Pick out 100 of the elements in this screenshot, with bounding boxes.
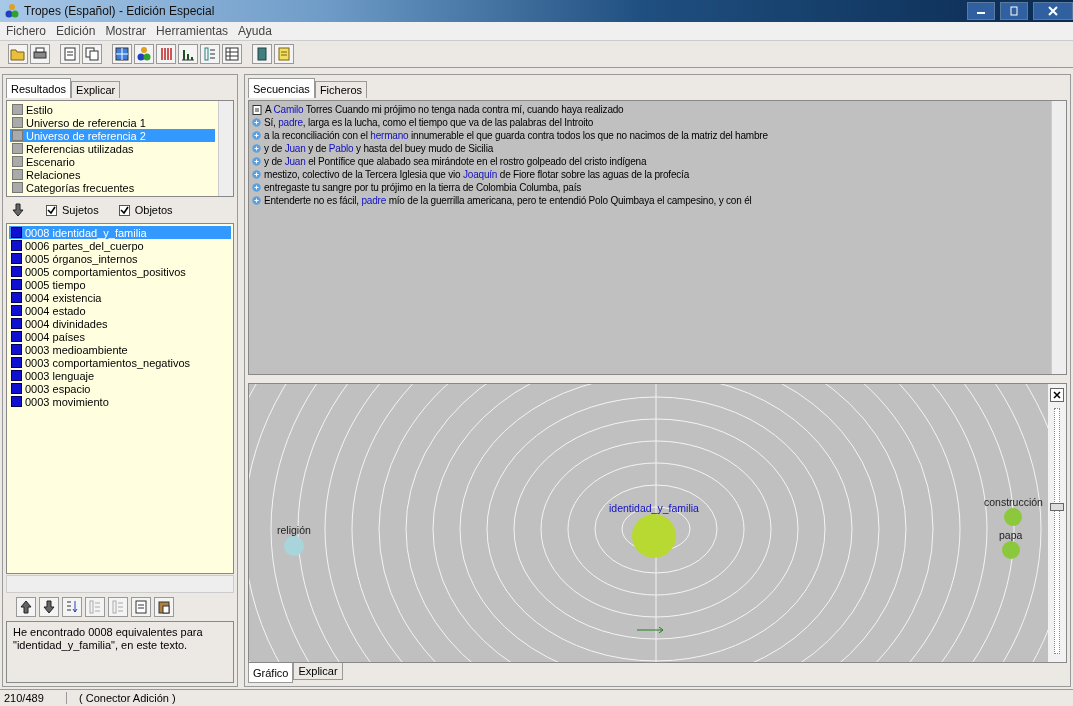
list-item[interactable]: Categorías frecuentes — [10, 181, 215, 194]
restore-button[interactable] — [1000, 2, 1028, 20]
status-text: ( Conector Adición ) — [78, 692, 176, 704]
plus-icon — [252, 131, 261, 140]
list-item[interactable]: 0004 divinidades — [9, 317, 231, 330]
sentence-text: y de Juan y de Pablo y hasta del buey mudo de Sicilia — [264, 143, 494, 154]
list-item[interactable]: 0005 tiempo — [9, 278, 231, 291]
checkbox-label: Sujetos — [62, 204, 99, 216]
sentence-text: y de Juan el Pontífice que alabado sea mirándote en el rostro golpeado del cristo indígena — [264, 156, 647, 167]
list-item[interactable]: 0003 comportamientos_negativos — [9, 356, 231, 369]
people-icon — [136, 46, 152, 62]
copy-icon — [84, 46, 100, 62]
node-circle[interactable] — [283, 535, 304, 556]
list-item[interactable]: 0003 medioambiente — [9, 343, 231, 356]
node-label[interactable]: identidad_y_familia — [609, 501, 699, 514]
list-item[interactable]: 0004 países — [9, 330, 231, 343]
document-icon — [252, 104, 262, 115]
up-arrow-icon — [18, 599, 34, 615]
open-folder-icon — [10, 46, 26, 62]
menu-item[interactable]: Fichero — [6, 24, 46, 38]
plus-icon — [252, 144, 261, 153]
clipboard-icon — [156, 599, 172, 615]
toolbar-button[interactable] — [30, 44, 50, 64]
menu-item[interactable]: Ayuda — [238, 24, 272, 38]
plus-icon — [252, 196, 261, 205]
menu-item[interactable]: Herramientas — [156, 24, 229, 38]
sentence-text: Sí, padre, larga es la lucha, como el tiempo que va de las palabras del Introito — [264, 117, 594, 128]
toolbar-button[interactable] — [39, 597, 59, 617]
node-label[interactable]: religión — [277, 523, 311, 536]
plus-icon — [252, 157, 261, 166]
list-icon — [110, 599, 126, 615]
document-icon — [62, 46, 78, 62]
list-item[interactable]: Relaciones — [10, 168, 215, 181]
toolbar-button[interactable] — [156, 44, 176, 64]
down-arrow-icon — [41, 599, 57, 615]
node-label[interactable]: construcción — [984, 495, 1043, 508]
window-title: Tropes (Español) - Edición Especial — [24, 4, 216, 18]
toolbar-button[interactable] — [112, 44, 132, 64]
tab[interactable]: Gráfico — [248, 663, 294, 683]
sentence-text: entregaste tu sangre por tu prójimo en la tierra de Colombia Columba, país — [264, 182, 582, 193]
node-circle[interactable] — [631, 513, 676, 558]
toolbar-button[interactable] — [252, 44, 272, 64]
list-item[interactable]: 0004 existencia — [9, 291, 231, 304]
toolbar-button[interactable] — [82, 44, 102, 64]
toolbar-button[interactable] — [222, 44, 242, 64]
tab[interactable]: Resultados — [6, 78, 72, 98]
sentence-text: A Camilo Torres Cuando mi prójimo no tenga nada contra mí, cuando haya realizado — [265, 104, 624, 115]
tab[interactable]: Explicar — [71, 81, 121, 98]
node-circle[interactable] — [1001, 540, 1020, 559]
close-button[interactable] — [1050, 387, 1064, 402]
message-text: He encontrado 0008 equivalentes para "identidad_y_familia", en este texto. — [6, 621, 234, 683]
toolbar-button[interactable] — [178, 44, 198, 64]
list-item[interactable]: Referencias utilizadas — [10, 142, 215, 155]
status-text: 210/489 — [0, 692, 67, 704]
list-item[interactable]: Estilo — [10, 103, 215, 116]
list-item[interactable]: 0003 espacio — [9, 382, 231, 395]
close-icon — [1048, 6, 1058, 16]
grid-icon — [114, 46, 130, 62]
printer-icon — [32, 46, 48, 62]
tab[interactable]: Explicar — [293, 663, 343, 680]
close-button[interactable] — [1033, 2, 1073, 20]
node-circle[interactable] — [1004, 507, 1023, 526]
toolbar-button[interactable] — [134, 44, 154, 64]
plus-icon — [252, 118, 261, 127]
menu-item[interactable]: Edición — [56, 24, 96, 38]
plus-icon — [252, 183, 261, 192]
table-icon — [224, 46, 240, 62]
scrollbar[interactable] — [218, 101, 233, 196]
list-item[interactable]: 0003 lenguaje — [9, 369, 231, 382]
checkbox[interactable] — [46, 204, 57, 216]
sort-icon — [64, 599, 80, 615]
list-item[interactable]: 0004 estado — [9, 304, 231, 317]
bars-icon — [158, 46, 174, 62]
toolbar-button[interactable] — [16, 597, 36, 617]
list-item[interactable]: 0003 movimiento — [9, 395, 231, 408]
menu-item[interactable]: Mostrar — [105, 24, 147, 38]
note-icon — [276, 46, 292, 62]
checkbox[interactable] — [118, 204, 130, 216]
arrow-icon — [637, 626, 665, 633]
tab[interactable]: Secuencias — [248, 78, 315, 98]
document-icon — [133, 599, 149, 615]
sentence-text: a la reconciliación con el hermano innumerable el que guarda contra todos los que no nacimos de la matriz del hambre — [264, 130, 768, 141]
book-icon — [254, 46, 270, 62]
checkbox-label: Objetos — [134, 204, 173, 216]
people-icon — [4, 3, 20, 19]
list-item[interactable]: 0006 partes_del_cuerpo — [9, 239, 231, 252]
list-icon — [202, 46, 218, 62]
scrollbar[interactable] — [6, 575, 234, 593]
node-label[interactable]: papa — [999, 528, 1023, 541]
list-item[interactable]: Escenario — [10, 155, 215, 168]
scrollbar[interactable] — [1051, 101, 1066, 374]
minimize-button[interactable] — [967, 2, 995, 20]
tab[interactable]: Ficheros — [314, 81, 368, 98]
list-item[interactable]: 0005 comportamientos_positivos — [9, 265, 231, 278]
list-item[interactable]: 0005 órganos_internos — [9, 252, 231, 265]
list-item[interactable]: Universo de referencia 1 — [10, 116, 215, 129]
toolbar-button[interactable] — [154, 597, 174, 617]
restore-icon — [1009, 6, 1019, 16]
sentence-text: Entenderte no es fácil, padre mío de la guerrilla americana, pero te entendió Polo Quimbaya el campesino, y con él — [264, 195, 752, 206]
down-arrow-icon — [10, 202, 26, 218]
